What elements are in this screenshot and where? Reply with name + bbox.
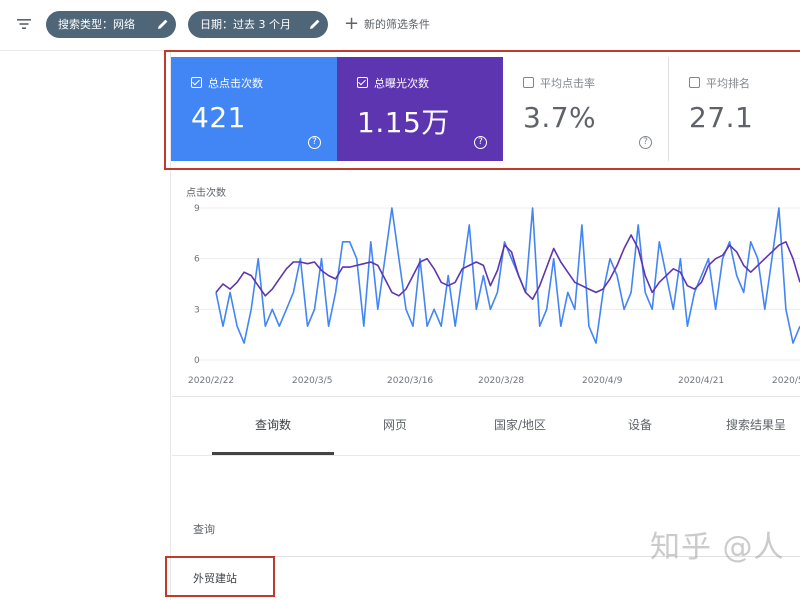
- filter-bar: 搜索类型：网络 日期：过去 3 个月 + 新的筛选条件: [0, 0, 800, 50]
- new-filter-label: 新的筛选条件: [364, 18, 430, 31]
- x-tick-label: 2020/2/22: [188, 376, 234, 386]
- edit-pencil-icon: [158, 19, 168, 29]
- y-tick-label: 0: [194, 356, 200, 366]
- y-tick-label: 3: [194, 305, 200, 315]
- tab-queries[interactable]: 查询数: [212, 405, 334, 451]
- watermark: 知乎 @人: [650, 530, 785, 565]
- x-tick-label: 2020/3/5: [292, 376, 332, 386]
- x-tick-label: 2020/3/16: [387, 376, 433, 386]
- search-type-filter-label: 搜索类型：网络: [58, 18, 135, 31]
- date-filter-label: 日期：过去 3 个月: [200, 18, 291, 31]
- tab-search-appearance[interactable]: 搜索结果呈: [726, 405, 800, 451]
- y-tick-label: 6: [194, 255, 200, 265]
- tab-devices[interactable]: 设备: [600, 405, 680, 451]
- tab-pages[interactable]: 网页: [355, 405, 435, 451]
- new-filter-button[interactable]: + 新的筛选条件: [344, 11, 430, 38]
- divider: [172, 455, 800, 456]
- clicks-series-line: [215, 207, 800, 344]
- plus-icon: +: [344, 13, 360, 34]
- x-tick-label: 2020/5/: [772, 376, 800, 386]
- filter-icon[interactable]: [14, 14, 34, 34]
- x-tick-label: 2020/4/9: [582, 376, 623, 386]
- divider: [172, 396, 800, 397]
- y-tick-label: 9: [194, 204, 200, 214]
- x-tick-label: 2020/3/28: [478, 376, 524, 386]
- column-header-query[interactable]: 查询: [193, 521, 215, 537]
- highlight-box: [165, 556, 275, 597]
- tab-countries[interactable]: 国家/地区: [470, 405, 570, 451]
- edit-pencil-icon: [310, 19, 320, 29]
- search-type-filter-chip[interactable]: 搜索类型：网络: [46, 11, 176, 38]
- highlight-box: [164, 50, 800, 170]
- date-filter-chip[interactable]: 日期：过去 3 个月: [188, 11, 328, 38]
- x-tick-label: 2020/4/21: [678, 376, 724, 386]
- performance-line-chart: 9 6 3 0 2020/2/22 2020/3/5 2020/3/16 2020/3/28 2…: [188, 204, 800, 386]
